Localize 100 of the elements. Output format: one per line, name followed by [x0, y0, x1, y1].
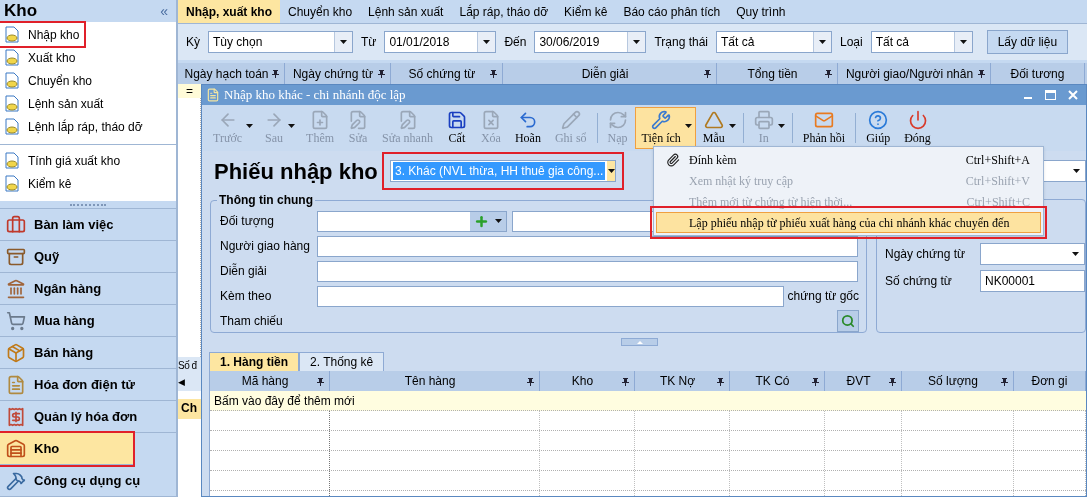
filter-label: Đến	[504, 34, 527, 51]
caret-icon	[1072, 169, 1080, 173]
pin-icon[interactable]	[824, 69, 833, 78]
module-button[interactable]: Bàn làm việc	[0, 209, 176, 241]
module-button[interactable]: Quỹ	[0, 241, 176, 273]
fetch-button[interactable]: Lấy dữ liệu	[986, 30, 1069, 54]
pin-icon[interactable]	[811, 376, 820, 386]
nav-item[interactable]: Kiểm kê	[0, 172, 76, 195]
module-button[interactable]: Ngân hàng	[0, 273, 176, 305]
nav-item[interactable]: Xuất kho	[0, 46, 80, 69]
toolbar-icon	[907, 110, 928, 130]
toolbar-button[interactable]: Hoãn	[507, 107, 548, 149]
scroll-left-button[interactable]: ◀	[178, 375, 201, 391]
toolbar-button[interactable]: Phản hồi	[795, 107, 853, 149]
text-field[interactable]	[317, 235, 858, 257]
toolbar-icon	[446, 110, 467, 130]
maximize-icon[interactable]	[1045, 90, 1056, 100]
pin-icon[interactable]	[271, 69, 280, 78]
tab[interactable]: 1. Hàng tiền	[209, 352, 299, 371]
dropdown-field[interactable]: 01/01/2018	[384, 31, 497, 53]
toolbar-icon	[348, 110, 369, 130]
module-icon	[6, 374, 26, 395]
tab[interactable]: 2. Thống kê	[299, 352, 385, 371]
window-title: Nhập kho khác - chi nhánh độc lập	[224, 86, 407, 105]
document-icon	[4, 95, 20, 112]
toolbar-icon	[560, 110, 581, 130]
reference-button[interactable]	[837, 310, 859, 332]
pin-icon[interactable]	[489, 69, 498, 78]
module-button[interactable]: Hóa đơn điện tử	[0, 369, 176, 401]
tab[interactable]: Báo cáo phân tích	[615, 0, 729, 23]
tab[interactable]: Lệnh sản xuất	[360, 0, 452, 23]
tab[interactable]: Nhập, xuất kho	[178, 0, 280, 23]
caret-icon	[340, 40, 347, 44]
document-icon	[4, 49, 20, 66]
nav-item[interactable]: Nhập kho	[0, 23, 84, 46]
toolbar-icon	[868, 110, 889, 130]
module-icon	[6, 278, 26, 299]
caret-icon	[495, 219, 502, 223]
nav-item[interactable]: Lệnh lắp ráp, tháo dỡ	[0, 115, 147, 138]
module-icon	[6, 342, 26, 363]
dropdown-field[interactable]: Tất cả	[716, 31, 832, 53]
toolbar-icon	[753, 110, 774, 130]
module-button[interactable]: Mua hàng	[0, 305, 176, 337]
text-field[interactable]: NK00001	[980, 270, 1085, 292]
toolbar-button[interactable]: Tiện ích	[634, 107, 696, 149]
nav-item[interactable]: Tính giá xuất kho	[0, 149, 125, 172]
tab[interactable]: Kiểm kê	[556, 0, 616, 23]
document-icon	[4, 118, 20, 135]
pin-icon[interactable]	[1000, 376, 1009, 386]
dropdown-field[interactable]: Tùy chọn	[208, 31, 353, 53]
pin-icon[interactable]	[377, 69, 386, 78]
close-icon[interactable]	[1068, 90, 1078, 100]
filter-label: Từ	[361, 34, 377, 51]
module-icon	[6, 214, 26, 235]
module-button[interactable]: Bán hàng	[0, 337, 176, 369]
tab[interactable]: Lắp ráp, tháo dỡ	[451, 0, 557, 23]
toolbar-button[interactable]: Giúp	[859, 107, 898, 149]
pin-icon[interactable]	[703, 69, 712, 78]
tab[interactable]: Chuyển kho	[280, 0, 361, 23]
toolbar-button[interactable]: Đóng	[897, 107, 938, 149]
field-suffix: chứng từ gốc	[787, 288, 859, 305]
collapse-button[interactable]: «	[156, 0, 172, 22]
sidebar-title: Kho	[4, 0, 38, 23]
tab[interactable]: Quy trình	[728, 0, 794, 23]
module-button[interactable]: Công cụ dụng cụ	[0, 465, 176, 497]
toolbar-button[interactable]: Mẫu	[695, 107, 740, 149]
field-label: Tham chiếu	[220, 313, 284, 330]
caret-icon	[607, 169, 615, 173]
new-row-hint[interactable]: Bấm vào đây để thêm mới	[214, 391, 355, 410]
field-label: Đối tượng	[220, 213, 275, 230]
menu-item[interactable]: Đính kèm Ctrl+Shift+A	[656, 149, 1041, 170]
pin-icon[interactable]	[888, 376, 897, 386]
text-field[interactable]	[317, 285, 784, 307]
lookup-field[interactable]	[317, 210, 507, 232]
toolbar-icon	[703, 110, 724, 130]
field-label: Diễn giải	[220, 262, 268, 280]
paperclip-icon	[666, 152, 680, 167]
pin-icon[interactable]	[977, 69, 986, 78]
splitter-handle[interactable]	[70, 203, 106, 206]
panel-tab[interactable]: Ch	[178, 399, 201, 419]
module-button[interactable]: Kho	[0, 433, 133, 465]
nav-item[interactable]: Lệnh sản xuất	[0, 92, 108, 115]
pin-icon[interactable]	[316, 376, 325, 386]
filter-label: Loại	[840, 34, 863, 51]
dropdown-field[interactable]: 30/06/2019	[534, 31, 647, 53]
pin-icon[interactable]	[716, 376, 725, 386]
document-icon	[4, 72, 20, 89]
text-field[interactable]	[317, 260, 858, 282]
pin-icon[interactable]	[526, 376, 535, 386]
date-field[interactable]	[980, 243, 1085, 265]
dropdown-field[interactable]: Tất cả	[870, 31, 973, 53]
toolbar-button[interactable]: Cất	[439, 107, 474, 149]
collapse-handle[interactable]	[621, 338, 658, 346]
toolbar-icon	[651, 110, 672, 130]
form-heading: Phiếu nhập kho	[214, 157, 379, 186]
nav-item[interactable]: Chuyển kho	[0, 69, 97, 92]
field-label: Số chứng từ	[885, 273, 953, 290]
toolbar-icon	[814, 110, 834, 130]
pin-icon[interactable]	[621, 376, 630, 386]
row-marker: =	[186, 85, 193, 97]
